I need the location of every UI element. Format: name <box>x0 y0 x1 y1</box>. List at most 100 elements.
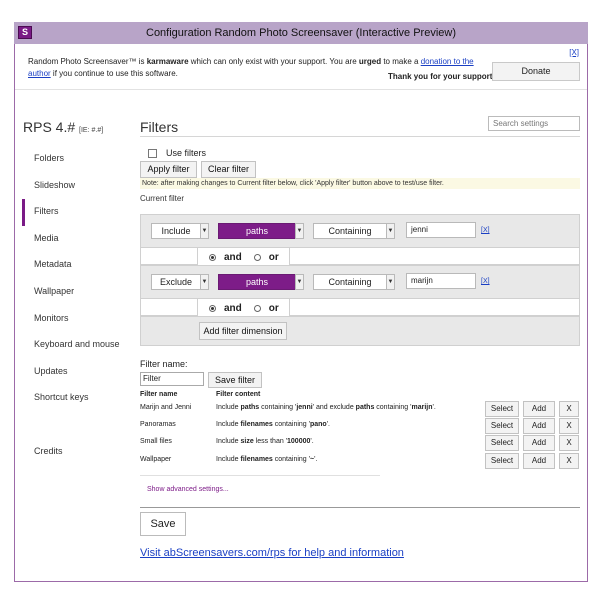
and-radio[interactable] <box>209 254 216 261</box>
filter-value-input[interactable]: marijn <box>406 273 476 289</box>
add-filter-button[interactable]: Add <box>523 453 555 469</box>
add-filter-dimension-button[interactable]: Add filter dimension <box>199 322 287 340</box>
help-link[interactable]: Visit abScreensavers.com/rps for help an… <box>140 547 404 559</box>
donate-button[interactable]: Donate <box>492 62 580 81</box>
saved-filter-content-part: '. <box>326 421 330 428</box>
notice-text-part: which can only exist with your support. … <box>188 57 359 66</box>
saved-filter-content-part: size <box>240 438 254 445</box>
saved-filter-content-part: filenames <box>240 456 273 463</box>
saved-filter-content-part: ' and exclude <box>312 404 356 411</box>
and-label: and <box>224 252 242 263</box>
panel-gap <box>289 299 580 316</box>
sidebar-item[interactable]: Credits <box>22 439 132 466</box>
show-advanced-link[interactable]: Show advanced settings... <box>147 486 229 493</box>
notice-bold-karmaware: karmaware <box>146 57 189 66</box>
filter-row: Include ▼ paths ▼ Containing ▼ jenni [X] <box>140 214 580 248</box>
brand-name: RPS 4.# <box>23 119 76 135</box>
delete-filter-button[interactable]: X <box>559 401 579 417</box>
and-or-toggle: and or <box>209 252 279 263</box>
mode-select[interactable]: Exclude <box>151 274 201 290</box>
and-label: and <box>224 303 242 314</box>
delete-filter-button[interactable]: X <box>559 453 579 469</box>
sidebar-item[interactable]: Updates <box>22 359 132 386</box>
chevron-down-icon[interactable]: ▼ <box>295 274 304 290</box>
close-notice-link[interactable]: [X] <box>569 48 579 57</box>
chevron-down-icon[interactable]: ▼ <box>386 274 395 290</box>
apply-filter-button[interactable]: Apply filter <box>140 161 197 178</box>
operator-select[interactable]: Containing <box>313 274 387 290</box>
sidebar-item[interactable]: Filters <box>22 199 132 226</box>
saved-filter-name: Marijn and Jenni <box>140 404 192 411</box>
filter-note: Note: after making changes to Current fi… <box>140 178 580 189</box>
saved-filter-content-part: Include <box>216 421 241 428</box>
select-filter-button[interactable]: Select <box>485 453 519 469</box>
field-select[interactable]: paths <box>218 274 296 290</box>
or-radio[interactable] <box>253 305 261 312</box>
panel-gap <box>140 299 198 316</box>
operator-select[interactable]: Containing <box>313 223 387 239</box>
saved-filter-content: Include paths containing 'jenni' and exc… <box>216 404 436 411</box>
sidebar-item[interactable]: Folders <box>22 146 132 173</box>
support-notice: Random Photo Screensaver™ is karmaware w… <box>15 44 587 90</box>
sidebar-item[interactable]: Metadata <box>22 252 132 279</box>
add-filter-button[interactable]: Add <box>523 401 555 417</box>
or-radio[interactable] <box>253 254 261 261</box>
saved-filter-name: Panoramas <box>140 421 176 428</box>
sidebar-item[interactable]: Wallpaper <box>22 279 132 306</box>
notice-text-part: if you continue to use this software. <box>50 69 178 78</box>
brand-version: [IE: #.#] <box>79 127 104 134</box>
divider <box>140 507 580 508</box>
and-radio[interactable] <box>209 305 216 312</box>
chevron-down-icon[interactable]: ▼ <box>200 274 209 290</box>
sidebar-item <box>22 412 132 439</box>
save-filter-button[interactable]: Save filter <box>208 372 262 388</box>
search-input[interactable]: Search settings <box>488 116 580 131</box>
saved-filter-name: Wallpaper <box>140 456 172 463</box>
saved-filter-content-part: Include <box>216 438 241 445</box>
filter-name-label: Filter name: <box>140 359 188 369</box>
sidebar-item[interactable]: Monitors <box>22 306 132 333</box>
notice-text-part: Random Photo Screensaver™ is <box>28 57 147 66</box>
window-title: Configuration Random Photo Screensaver (… <box>146 27 456 39</box>
remove-row-link[interactable]: [X] <box>481 278 490 285</box>
remove-row-link[interactable]: [X] <box>481 227 490 234</box>
sidebar-item[interactable]: Keyboard and mouse <box>22 332 132 359</box>
field-select[interactable]: paths <box>218 223 296 239</box>
saved-filter-content-part: containing ' <box>272 456 310 463</box>
add-filter-button[interactable]: Add <box>523 435 555 451</box>
chevron-down-icon[interactable]: ▼ <box>386 223 395 239</box>
saved-filter-content-part: '. <box>314 456 318 463</box>
delete-filter-button[interactable]: X <box>559 435 579 451</box>
or-label: or <box>268 252 279 263</box>
sidebar-item[interactable]: Slideshow <box>22 173 132 200</box>
mode-select[interactable]: Include <box>151 223 201 239</box>
clear-filter-button[interactable]: Clear filter <box>201 161 256 178</box>
select-filter-button[interactable]: Select <box>485 418 519 434</box>
col-filter-content: Filter content <box>216 391 261 398</box>
and-or-toggle: and or <box>209 303 279 314</box>
chevron-down-icon[interactable]: ▼ <box>295 223 304 239</box>
use-filters-toggle[interactable]: Use filters <box>148 148 206 158</box>
delete-filter-button[interactable]: X <box>559 418 579 434</box>
divider <box>140 475 380 476</box>
saved-filter-content-part: '. <box>310 438 314 445</box>
select-filter-button[interactable]: Select <box>485 435 519 451</box>
filter-name-input[interactable]: Filter <box>140 372 204 386</box>
sidebar-nav: Folders Slideshow Filters Media Metadata Wall… <box>22 146 132 465</box>
saved-filter-content-part: paths <box>355 404 375 411</box>
saved-filter-content-part: 100000 <box>287 438 311 445</box>
saved-filter-content: Include size less than '100000'. <box>216 438 314 445</box>
save-button[interactable]: Save <box>140 512 186 536</box>
panel-gap <box>289 248 580 265</box>
filter-row: Exclude ▼ paths ▼ Containing ▼ marijn [X… <box>140 265 580 299</box>
sidebar-item[interactable]: Shortcut keys <box>22 385 132 412</box>
sidebar-item[interactable]: Media <box>22 226 132 253</box>
select-filter-button[interactable]: Select <box>485 401 519 417</box>
filter-value-input[interactable]: jenni <box>406 222 476 238</box>
use-filters-label: Use filters <box>166 148 207 158</box>
use-filters-checkbox[interactable] <box>148 148 157 158</box>
or-label: or <box>268 303 279 314</box>
page-title: Filters <box>140 119 179 135</box>
add-filter-button[interactable]: Add <box>523 418 555 434</box>
chevron-down-icon[interactable]: ▼ <box>200 223 209 239</box>
